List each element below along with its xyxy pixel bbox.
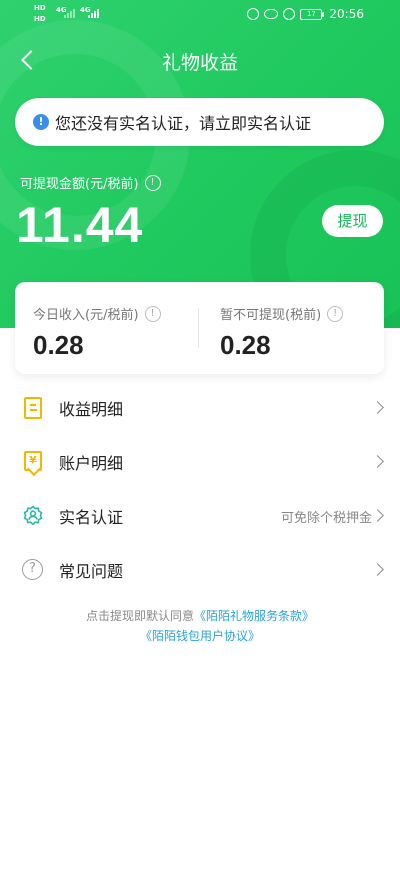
info-icon[interactable]: ! (144, 174, 161, 191)
menu-item-label: 账户明细 (59, 454, 124, 473)
agreement-line: 《陌陌钱包用户协议》 (0, 627, 400, 644)
pending-income-value: 0.28 (220, 330, 271, 360)
menu-list: 收益明细 ¥ 账户明细 实名认证 可免除个税押金 ? 常见问题 (0, 381, 400, 597)
document-icon (24, 397, 42, 419)
withdraw-button[interactable]: 提现 (322, 205, 383, 237)
gift-earnings-page: HD HD 4G 4G 17 20:56 礼物收益 ! 您还没有实名认证，请立即… (0, 0, 400, 888)
verified-user-icon (23, 505, 43, 526)
hd-badge: HD (34, 4, 46, 12)
system-icons: 17 20:56 (247, 6, 364, 22)
today-income-label: 今日收入(元/税前) ! (33, 304, 161, 323)
chevron-right-icon (371, 563, 384, 576)
income-summary-card: 今日收入(元/税前) ! 0.28 暂不可提现(税前) ! 0.28 (15, 282, 384, 374)
menu-item-faq[interactable]: ? 常见问题 (0, 543, 400, 597)
pending-income-label: 暂不可提现(税前) ! (220, 304, 344, 323)
info-icon[interactable]: ! (327, 305, 344, 322)
gift-service-terms-link[interactable]: 《陌陌礼物服务条款》 (194, 609, 314, 623)
withdrawable-label: 可提现金额(元/税前) ! (20, 173, 161, 192)
chevron-right-icon (371, 401, 384, 414)
signal-icon (88, 8, 108, 18)
withdrawable-amount: 11.44 (16, 197, 144, 253)
menu-item-real-name-verification[interactable]: 实名认证 可免除个税押金 (0, 489, 400, 543)
network-indicators: HD HD 4G 4G (34, 4, 114, 24)
menu-item-label: 实名认证 (59, 508, 124, 527)
info-icon[interactable]: ! (144, 305, 161, 322)
real-name-notice-banner[interactable]: ! 您还没有实名认证，请立即实名认证 (15, 98, 384, 146)
navigation-bar: 礼物收益 (0, 40, 400, 80)
nfc-icon (247, 8, 260, 20)
today-income: 今日收入(元/税前) ! 0.28 (33, 304, 161, 361)
info-icon: ! (33, 114, 49, 130)
page-title: 礼物收益 (161, 52, 238, 74)
divider (198, 308, 199, 348)
hd-badge: HD (34, 15, 46, 23)
alarm-icon (283, 8, 296, 20)
pending-income: 暂不可提现(税前) ! 0.28 (220, 304, 344, 361)
menu-item-label: 常见问题 (59, 562, 124, 581)
menu-item-label: 收益明细 (59, 400, 124, 419)
notice-text: 您还没有实名认证，请立即实名认证 (55, 114, 312, 133)
chevron-right-icon (371, 455, 384, 468)
wallet-user-agreement-link[interactable]: 《陌陌钱包用户协议》 (140, 629, 260, 643)
help-circle-icon: ? (22, 559, 43, 580)
status-bar: HD HD 4G 4G 17 20:56 (0, 0, 400, 28)
yen-receipt-icon: ¥ (24, 451, 42, 471)
agreement-line: 点击提现即默认同意《陌陌礼物服务条款》 (0, 607, 400, 624)
chevron-right-icon (371, 509, 384, 522)
withdrawable-label-text: 可提现金额(元/税前) (20, 177, 139, 192)
clock: 20:56 (329, 7, 364, 21)
agreement-prefix: 点击提现即默认同意 (85, 609, 194, 623)
header-background: HD HD 4G 4G 17 20:56 礼物收益 ! 您还没有实名认证，请立即… (0, 0, 400, 328)
today-income-value: 0.28 (33, 330, 84, 360)
pending-income-label-text: 暂不可提现(税前) (220, 308, 322, 323)
eye-icon (264, 9, 279, 19)
menu-item-account-detail[interactable]: ¥ 账户明细 (0, 435, 400, 489)
menu-item-earnings-detail[interactable]: 收益明细 (0, 381, 400, 435)
battery-icon: 17 (300, 8, 325, 20)
menu-item-hint: 可免除个税押金 (280, 511, 372, 526)
today-income-label-text: 今日收入(元/税前) (33, 308, 139, 323)
